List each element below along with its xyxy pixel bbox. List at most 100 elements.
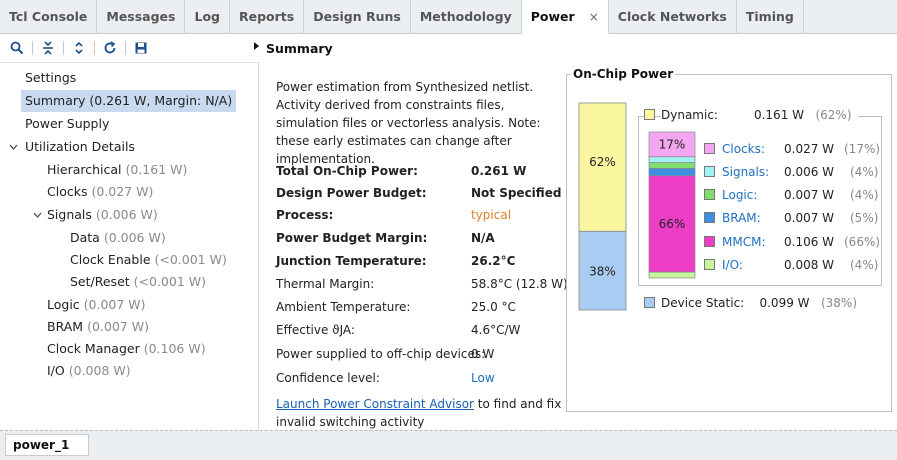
signals-swatch [704, 166, 715, 177]
device-static-swatch [644, 297, 655, 308]
refresh-icon[interactable] [99, 37, 121, 59]
legend-label[interactable]: Logic: [722, 188, 757, 202]
tab-design-runs[interactable]: Design Runs [304, 0, 411, 33]
row-value[interactable]: typical [471, 205, 511, 225]
bram-swatch [704, 212, 715, 223]
tree-item-logic[interactable]: Logic (0.007 W) [47, 294, 146, 316]
tree-value: (0.006 W) [103, 230, 166, 245]
save-icon[interactable] [130, 37, 152, 59]
tree-item-bram[interactable]: BRAM (0.007 W) [47, 316, 149, 338]
tab-log[interactable]: Log [185, 0, 230, 33]
toolbar-separator [125, 41, 126, 55]
static-percent-label: 38% [589, 265, 616, 279]
row-value[interactable]: Low [471, 368, 495, 388]
legend-percent: (4%) [850, 258, 879, 272]
tab-power-1[interactable]: power_1 [5, 434, 89, 456]
tree-label: Set/Reset [70, 274, 130, 289]
tree-label: Clock Manager [47, 341, 140, 356]
tree-item-io[interactable]: I/O (0.008 W) [47, 360, 131, 382]
tab-label: Methodology [419, 9, 512, 24]
tree-label: Clocks [47, 184, 88, 199]
tree-value: (0.008 W) [68, 363, 131, 378]
tree-item-set-reset[interactable]: Set/Reset (<0.001 W) [70, 271, 206, 293]
expand-all-icon[interactable] [68, 37, 90, 59]
dynamic-swatch [644, 109, 655, 120]
tab-label: Log [194, 9, 220, 24]
tab-label: Design Runs [313, 9, 401, 24]
legend-value: 0.027 W [784, 142, 835, 156]
chevron-down-icon[interactable] [8, 136, 18, 158]
legend-label[interactable]: MMCM: [722, 235, 765, 249]
tab-label: Tcl Console [9, 9, 88, 24]
tree-item-hierarchical[interactable]: Hierarchical (0.161 W) [47, 159, 187, 181]
tree-item-clock-enable[interactable]: Clock Enable (<0.001 W) [70, 249, 227, 271]
row-label: Total On-Chip Power: [276, 164, 418, 178]
row-value: N/A [471, 231, 495, 245]
device-static-legend: Device Static: 0.099 W (38%) [661, 293, 857, 313]
tree-value: (0.161 W) [125, 162, 188, 177]
collapse-all-icon[interactable] [37, 37, 59, 59]
row-label: Ambient Temperature: [276, 300, 411, 314]
tab-tcl-console[interactable]: Tcl Console [0, 0, 98, 33]
mmcm-swatch [704, 236, 715, 247]
tree-item-signals[interactable]: Signals (0.006 W) [47, 204, 158, 226]
tree-value: (0.106 W) [143, 341, 206, 356]
tab-label: Reports [239, 9, 295, 24]
tab-label: Power [530, 9, 575, 24]
tab-label: Timing [745, 9, 794, 24]
row-label: Power Budget Margin: [276, 231, 428, 245]
tree-label: BRAM [47, 319, 84, 334]
legend-signals: Signals: 0.006 W (4%) [722, 162, 882, 182]
advisor-note: Launch Power Constraint Advisor to find … [276, 395, 566, 431]
legend-label[interactable]: BRAM: [722, 211, 761, 225]
tree-label: Data [70, 230, 100, 245]
legend-percent: (4%) [850, 188, 879, 202]
tree-item-clocks[interactable]: Clocks (0.027 W) [47, 181, 153, 203]
logic-swatch [704, 189, 715, 200]
total-power-bar: 62% 38% [578, 102, 627, 311]
estimation-note: Power estimation from Synthesized netlis… [276, 80, 541, 166]
tab-methodology[interactable]: Methodology [411, 0, 522, 33]
tab-power[interactable]: Power × [521, 0, 609, 34]
tree-item-power-supply[interactable]: Power Supply [25, 113, 109, 135]
tree-value: (<0.001 W) [154, 252, 227, 267]
dynamic-percent-label: 62% [589, 155, 616, 169]
legend-value: 0.007 W [784, 188, 835, 202]
tree-item-data[interactable]: Data (0.006 W) [70, 227, 166, 249]
io-swatch [704, 259, 715, 270]
row-value: 26.2°C [471, 254, 516, 268]
tree-item-utilization-details[interactable]: Utilization Details [25, 136, 135, 158]
legend-label[interactable]: Clocks: [722, 142, 765, 156]
power-constraint-advisor-link[interactable]: Launch Power Constraint Advisor [276, 397, 474, 411]
chevron-down-icon[interactable] [32, 204, 42, 226]
legend-label[interactable]: Signals: [722, 165, 769, 179]
tab-reports[interactable]: Reports [230, 0, 305, 33]
tree-item-settings[interactable]: Settings [25, 67, 76, 89]
panel-divider[interactable] [258, 62, 259, 430]
power-report-window: Tcl Console Messages Log Reports Design … [0, 0, 897, 460]
tree-item-clock-manager[interactable]: Clock Manager (0.106 W) [47, 338, 206, 360]
tree-label: Settings [25, 70, 77, 85]
collapse-panel-icon[interactable] [254, 40, 260, 56]
legend-bram: BRAM: 0.007 W (5%) [722, 208, 882, 228]
row-label: Junction Temperature: [276, 254, 427, 268]
close-icon[interactable]: × [589, 10, 599, 24]
legend-label[interactable]: I/O: [722, 258, 743, 272]
search-icon[interactable] [6, 37, 28, 59]
legend-value: 0.099 W [759, 296, 810, 310]
row-value: 25.0 °C [471, 300, 516, 314]
row-value: 4.6°C/W [471, 323, 521, 337]
tab-clock-networks[interactable]: Clock Networks [609, 0, 737, 33]
tab-label: Messages [106, 9, 176, 24]
toolbar-separator [63, 41, 64, 55]
tree-label: Power Supply [25, 116, 110, 131]
tree-item-summary[interactable]: Summary (0.261 W, Margin: N/A) [21, 90, 237, 112]
report-tabs-bar: power_1 [0, 430, 897, 460]
tab-timing[interactable]: Timing [737, 0, 804, 33]
legend-io: I/O: 0.008 W (4%) [722, 255, 882, 275]
legend-percent: (38%) [820, 296, 858, 310]
row-value: 0.261 W [471, 164, 527, 178]
tab-messages[interactable]: Messages [97, 0, 186, 33]
legend-percent: (5%) [850, 211, 879, 225]
toolbar-separator [32, 41, 33, 55]
